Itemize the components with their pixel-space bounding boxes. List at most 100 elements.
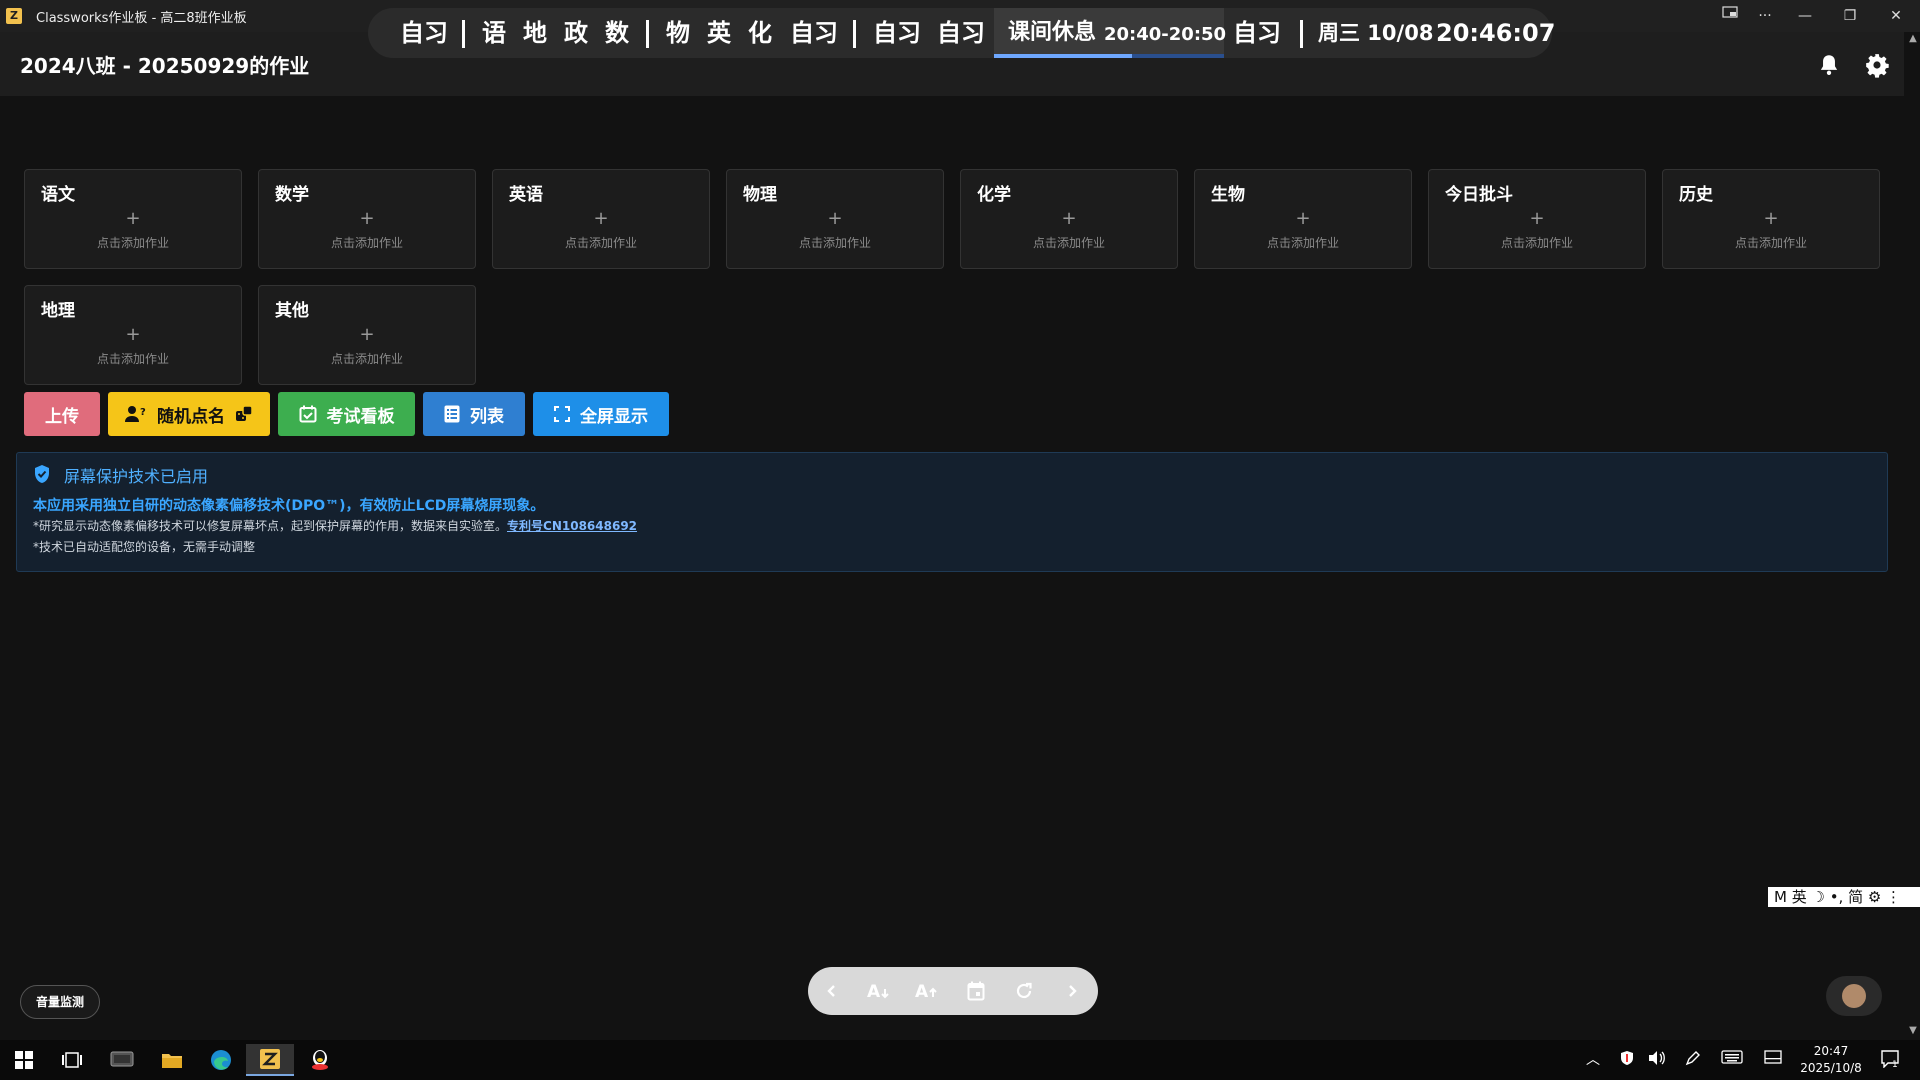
font-decrease-icon[interactable]: A	[856, 967, 904, 1015]
more-options-button[interactable]: ···	[1745, 0, 1785, 32]
add-homework-hint: 点击添加作业	[330, 236, 403, 250]
current-period-label: 课间休息	[1008, 20, 1097, 45]
subject-title: 化学	[977, 185, 1011, 205]
schedule-item: 自习	[1233, 19, 1281, 47]
fullscreen-button[interactable]: 全屏显示	[533, 392, 669, 436]
subject-title: 其他	[275, 301, 309, 321]
schedule-divider	[853, 20, 856, 48]
app-logo-icon: Z	[6, 8, 22, 24]
calendar-icon[interactable]	[952, 967, 1000, 1015]
current-period-time: 20:40-20:50	[1104, 24, 1227, 45]
scroll-up-arrow[interactable]: ▲	[1906, 32, 1920, 46]
subject-title: 物理	[743, 185, 777, 205]
subject-title: 今日批斗	[1445, 185, 1513, 205]
add-homework-hint: 点击添加作业	[1266, 236, 1339, 250]
bell-icon[interactable]	[1816, 52, 1842, 78]
cast-icon[interactable]	[1710, 0, 1750, 32]
ime-toolbar[interactable]: M 英 ☽ •, 简 ⚙ ⋮	[1768, 887, 1920, 907]
fullscreen-icon	[554, 406, 570, 422]
file-explorer-icon[interactable]	[148, 1044, 196, 1076]
subject-card-biology[interactable]: 生物 + 点击添加作业	[1194, 169, 1412, 269]
notice-headline: 本应用采用独立自研的动态像素偏移技术(DPO™)，有效防止LCD屏幕烧屏现象。	[33, 498, 545, 514]
edge-browser-icon[interactable]	[197, 1044, 245, 1076]
notification-count: 1	[1892, 1060, 1898, 1068]
task-view-icon[interactable]	[48, 1044, 96, 1076]
upload-button[interactable]: 上传	[24, 392, 100, 436]
close-button[interactable]: ✕	[1876, 0, 1916, 32]
plus-icon: +	[1295, 208, 1311, 229]
calendar-check-icon	[299, 405, 316, 423]
subject-title: 数学	[275, 185, 309, 205]
list-icon	[444, 405, 460, 423]
svg-text:A: A	[867, 982, 881, 1001]
taskbar-date: 2025/10/8	[1800, 1061, 1862, 1075]
volume-tray-icon[interactable]	[1642, 1050, 1672, 1070]
plus-icon: +	[125, 208, 141, 229]
schedule-item: 地	[523, 19, 547, 47]
chevron-right-icon[interactable]	[1048, 967, 1096, 1015]
page-title: 2024八班 - 20250929的作业	[20, 54, 310, 78]
subject-card-geography[interactable]: 地理 + 点击添加作业	[24, 285, 242, 385]
chevron-left-icon[interactable]	[808, 967, 856, 1015]
subject-card-chemistry[interactable]: 化学 + 点击添加作业	[960, 169, 1178, 269]
schedule-item: 政	[564, 19, 588, 47]
exam-board-button[interactable]: 考试看板	[278, 392, 415, 436]
notice-footnote: *技术已自动适配您的设备，无需手动调整	[33, 540, 256, 554]
schedule-item: 自习	[400, 19, 448, 47]
schedule-item: 自习	[790, 19, 838, 47]
taskbar-clock[interactable]: 20:47 2025/10/8	[1796, 1043, 1866, 1077]
schedule-date: 周三 10/08	[1318, 21, 1434, 45]
schedule-item: 自习	[937, 19, 985, 47]
add-homework-hint: 点击添加作业	[1500, 236, 1573, 250]
exam-board-label: 考试看板	[326, 406, 395, 427]
taskbar-time: 20:47	[1813, 1044, 1849, 1058]
subject-card-other[interactable]: 其他 + 点击添加作业	[258, 285, 476, 385]
subject-card-math[interactable]: 数学 + 点击添加作业	[258, 169, 476, 269]
windows-start-icon[interactable]	[0, 1044, 48, 1076]
display-tray-icon[interactable]	[1758, 1050, 1788, 1070]
list-button[interactable]: 列表	[423, 392, 525, 436]
plus-icon: +	[359, 208, 375, 229]
schedule-divider	[646, 20, 649, 48]
add-homework-hint: 点击添加作业	[96, 236, 169, 250]
gear-icon[interactable]	[1864, 52, 1890, 78]
keyboard-tray-icon[interactable]	[1717, 1050, 1747, 1070]
volume-monitor-button[interactable]: 音量监测	[20, 985, 100, 1019]
plus-icon: +	[593, 208, 609, 229]
add-homework-hint: 点击添加作业	[330, 352, 403, 366]
add-homework-hint: 点击添加作业	[1734, 236, 1807, 250]
subject-card-physics[interactable]: 物理 + 点击添加作业	[726, 169, 944, 269]
upload-label: 上传	[45, 406, 79, 427]
plus-icon: +	[1529, 208, 1545, 229]
subject-card-chinese[interactable]: 语文 + 点击添加作业	[24, 169, 242, 269]
refresh-icon[interactable]	[1000, 967, 1048, 1015]
add-homework-hint: 点击添加作业	[564, 236, 637, 250]
subject-title: 地理	[41, 301, 75, 321]
notice-detail: *研究显示动态像素偏移技术可以修复屏幕坏点，起到保护屏幕的作用，数据来自实验室。…	[33, 517, 637, 534]
scroll-down-arrow[interactable]: ▼	[1906, 1024, 1920, 1038]
schedule-item: 数	[605, 19, 629, 47]
add-homework-hint: 点击添加作业	[1032, 236, 1105, 250]
qq-icon[interactable]	[296, 1044, 344, 1076]
fullscreen-label: 全屏显示	[580, 406, 648, 427]
monitor-app-icon[interactable]	[98, 1044, 146, 1076]
restore-button[interactable]: ❐	[1830, 0, 1870, 32]
subject-card-english[interactable]: 英语 + 点击添加作业	[492, 169, 710, 269]
schedule-item: 自习	[873, 19, 921, 47]
pen-tray-icon[interactable]	[1678, 1050, 1708, 1070]
subject-card-daily-review[interactable]: 今日批斗 + 点击添加作业	[1428, 169, 1646, 269]
subject-card-history[interactable]: 历史 + 点击添加作业	[1662, 169, 1880, 269]
notification-center-icon[interactable]: 1	[1876, 1050, 1906, 1070]
patent-link[interactable]: 专利号CN108648692	[507, 519, 637, 533]
svg-text:?: ?	[140, 407, 146, 418]
classworks-taskbar-icon[interactable]	[246, 1044, 294, 1076]
security-tray-icon[interactable]	[1612, 1050, 1642, 1070]
subject-title: 英语	[509, 185, 543, 205]
svg-text:A: A	[915, 982, 929, 1001]
schedule-item: 化	[748, 19, 772, 47]
font-increase-icon[interactable]: A	[904, 967, 952, 1015]
random-call-button[interactable]: ? 随机点名	[108, 392, 270, 436]
minimize-button[interactable]: —	[1785, 0, 1825, 32]
schedule-item: 语	[482, 19, 506, 47]
tray-expand-icon[interactable]: ︿	[1578, 1050, 1608, 1070]
